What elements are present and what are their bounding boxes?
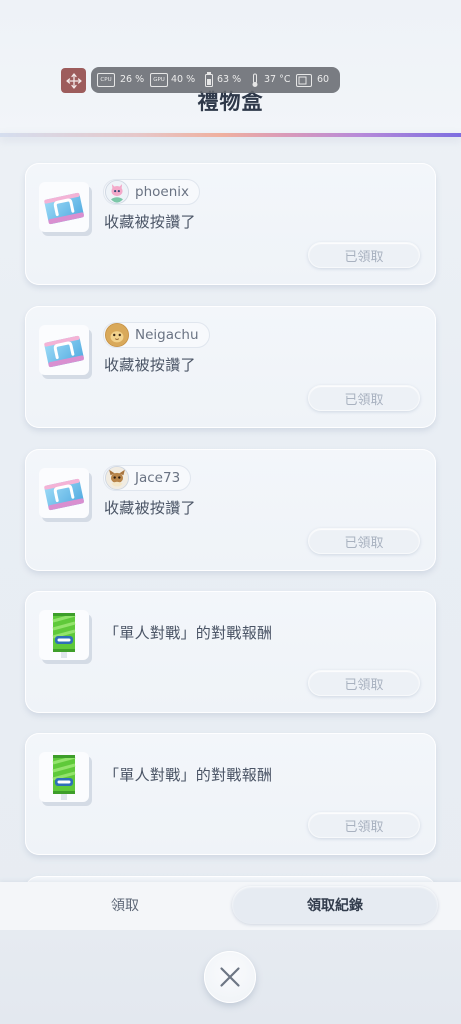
sender-tag[interactable]: Neigachu [103,322,210,348]
sender-tag[interactable]: phoenix [103,179,200,205]
gift-message: 「單人對戰」的對戰報酬 [104,624,273,642]
claimed-button[interactable]: 已領取 [308,528,420,554]
gift-message: 收藏被按讚了 [104,356,196,374]
cpu-icon: CPU [97,73,115,87]
tab-claim-history-label: 領取紀錄 [307,898,363,914]
gpu-usage: 40 % [171,74,196,85]
sender-avatar [105,180,129,204]
tab-claim-label: 領取 [111,898,139,914]
item-tile [39,610,89,660]
item-tile [39,752,89,802]
battery-icon [205,72,213,87]
move-icon [65,72,82,89]
booster-pack-icon [39,752,89,802]
cpu-icon-label: CPU [100,77,112,83]
item-tile [39,325,89,375]
gift-card: Neigachu 收藏被按讚了 已領取 [25,306,436,428]
cpu-usage: 26 % [120,74,145,85]
gift-card: Jace73 收藏被按讚了 已領取 [25,449,436,571]
claimed-button-label: 已領取 [344,535,384,551]
sender-name: Neigachu [135,327,199,343]
overlay-move-button[interactable] [61,68,86,93]
item-tile [39,468,89,518]
sender-avatar [105,466,129,490]
gift-box-screen: 禮物盒 CPU 26 % GPU 40 % 63 % 37 °C 60 phoe… [0,0,461,1024]
claimed-button[interactable]: 已領取 [308,812,420,838]
sender-name: Jace73 [135,470,181,486]
gift-message: 收藏被按讚了 [104,499,196,517]
claimed-button-label: 已領取 [344,249,384,265]
thermometer-icon [252,73,258,87]
sender-tag[interactable]: Jace73 [103,465,192,491]
header-divider [0,133,461,137]
performance-overlay[interactable]: CPU 26 % GPU 40 % 63 % 37 °C 60 [91,67,340,93]
claimed-button[interactable]: 已領取 [308,242,420,268]
claimed-button-label: 已領取 [344,819,384,835]
gift-card: 「單人對戰」的對戰報酬 已領取 [25,733,436,855]
gift-card: phoenix 收藏被按讚了 已領取 [25,163,436,285]
tab-bar: 領取 領取紀錄 [0,882,461,930]
item-tile [39,182,89,232]
gpu-icon-label: GPU [153,77,165,83]
gift-box-icon [39,468,89,518]
claimed-button-label: 已領取 [344,677,384,693]
gpu-icon: GPU [150,73,168,87]
gift-box-icon [39,182,89,232]
gift-message: 收藏被按讚了 [104,213,196,231]
booster-pack-icon [39,610,89,660]
tab-claim[interactable]: 領取 [20,886,230,924]
fps-icon [296,74,312,87]
close-button[interactable] [204,951,256,1003]
temperature: 37 °C [264,74,291,85]
sender-avatar [105,323,129,347]
gift-card: 「單人對戰」的對戰報酬 已領取 [25,591,436,713]
close-icon [220,967,240,987]
claimed-button-label: 已領取 [344,392,384,408]
claimed-button[interactable]: 已領取 [308,385,420,411]
battery-level: 63 % [217,74,242,85]
claimed-button[interactable]: 已領取 [308,670,420,696]
gift-box-icon [39,325,89,375]
fps-value: 60 [317,74,330,85]
tab-claim-history[interactable]: 領取紀錄 [232,886,438,924]
sender-name: phoenix [135,184,189,200]
gift-message: 「單人對戰」的對戰報酬 [104,766,273,784]
